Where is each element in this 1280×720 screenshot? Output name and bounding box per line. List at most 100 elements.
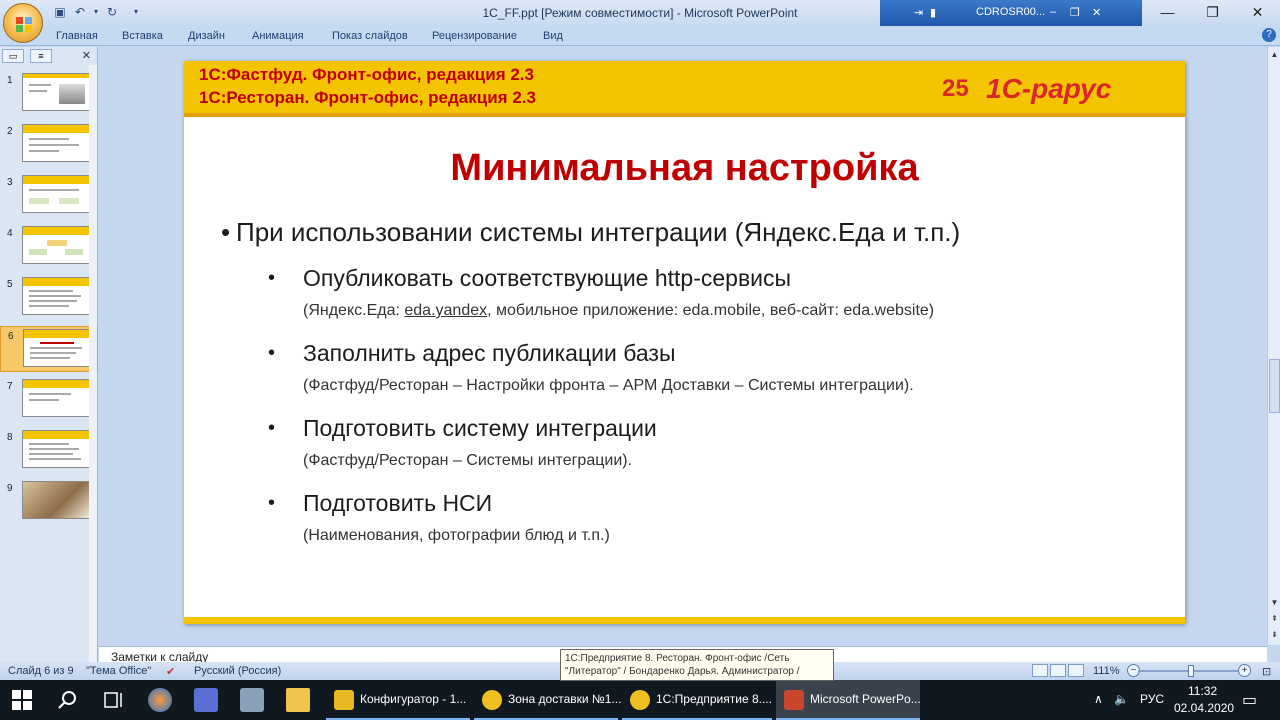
thumb-image [22,175,90,213]
tab-slideshow[interactable]: Показ слайдов [332,30,408,42]
tab-animation[interactable]: Анимация [252,30,304,42]
slide-thumb-2[interactable]: 2 [0,122,98,168]
note-link: eda.yandex [404,302,488,319]
taskbar-app-delivery-zone[interactable]: Зона доставки №1... [474,680,622,720]
taskbar-app-label: 1С:Предприятие 8.... [656,692,772,706]
save-app-icon[interactable] [194,688,218,712]
next-slide-icon[interactable]: ⇟ [1269,629,1280,641]
notifications-icon[interactable]: ▭ [1242,690,1257,710]
remote-close-icon[interactable]: ✕ [1092,6,1101,19]
zoom-level[interactable]: 111% [1093,665,1120,677]
pane-tabs: ▭ ≡ ✕ [0,47,97,65]
sorter-view-icon[interactable] [1050,664,1066,677]
slide-canvas[interactable]: 1С:Фастфуд. Фронт-офис, редакция 2.3 1С:… [184,61,1185,624]
spellcheck-icon[interactable]: ✔ [166,665,175,678]
slide-thumb-8[interactable]: 8 [0,428,98,474]
fit-slide-icon[interactable]: ⊡ [1262,665,1271,678]
slide-title: Минимальная настройка [450,147,919,189]
slide-counter: Слайд 6 из 9 [8,665,74,677]
taskbar-app-label: Зона доставки №1... [508,692,622,706]
slide-thumb-7[interactable]: 7 [0,377,98,423]
firefox-icon[interactable] [148,688,172,712]
tray-chevron-icon[interactable]: ∧ [1094,692,1103,706]
close-icon[interactable]: ✕ [1235,0,1280,24]
slide-thumb-5[interactable]: 5 [0,275,98,321]
taskbar-app-label: Конфигуратор - 1... [360,692,467,706]
screen-app-icon[interactable] [240,688,264,712]
tab-view[interactable]: Вид [543,30,563,42]
pin-icon[interactable]: ⇥ [914,6,923,19]
taskbar-app-1c-enterprise[interactable]: 1С:Предприятие 8.... [622,680,772,720]
thumb-image [22,277,90,315]
normal-view-icon[interactable] [1032,664,1048,677]
slide-thumb-3[interactable]: 3 [0,173,98,219]
thumb-number: 1 [7,75,13,86]
scroll-down-icon[interactable]: ▼ [1269,597,1280,609]
bullet-dot-icon: • [268,267,276,289]
outline-tab-icon[interactable]: ≡ [30,49,52,63]
taskbar-app-powerpoint[interactable]: Microsoft PowerPo... [776,680,921,720]
remote-host-label: CDROSR00... [976,6,1046,18]
file-explorer-icon[interactable] [286,688,310,712]
task-view-icon[interactable] [102,688,126,712]
tab-review[interactable]: Рецензирование [432,30,517,42]
volume-icon[interactable]: 🔈 [1114,692,1129,706]
language-label[interactable]: Русский (Россия) [194,665,281,677]
item-title: Опубликовать соответствующие http-сервис… [303,265,792,291]
tooltip-line-2: "Литератор" / Бондаренко Дарья. Админист… [565,666,800,677]
bullet-dot-icon: • [268,342,276,364]
search-icon[interactable] [56,688,80,712]
pane-scrollbar[interactable] [89,65,97,662]
product-line-1: 1С:Фастфуд. Фронт-офис, редакция 2.3 [199,65,534,84]
item-note: (Наименования, фотографии блюд и т.п.) [303,527,610,544]
taskbar: Конфигуратор - 1... Зона доставки №1... … [0,680,1280,720]
taskbar-app-configurator[interactable]: Конфигуратор - 1... [326,680,470,720]
1c-icon [630,690,650,710]
thumb-image [22,226,90,264]
product-line-2: 1С:Ресторан. Фронт-офис, редакция 2.3 [199,88,536,107]
prev-slide-icon[interactable]: ⇞ [1269,613,1280,625]
tab-home[interactable]: Главная [56,30,98,42]
slides-tab-icon[interactable]: ▭ [2,49,24,63]
clock-time[interactable]: 11:32 [1188,684,1217,698]
windows-start-icon[interactable] [10,688,34,712]
scroll-thumb[interactable] [1269,359,1280,413]
zoom-in-icon[interactable]: + [1238,664,1251,677]
tab-design[interactable]: Дизайн [188,30,225,42]
notes-placeholder: Заметки к слайду [111,650,209,662]
slide-thumb-6[interactable]: 6 [0,326,98,372]
slide-thumb-1[interactable]: 1 [0,71,98,117]
note-suffix: , мобильное приложение: eda.mobile, веб-… [487,302,935,319]
thumb-image [22,73,90,111]
tab-insert[interactable]: Вставка [122,30,163,42]
minimize-icon[interactable]: — [1145,0,1190,24]
close-pane-icon[interactable]: ✕ [82,49,91,62]
ribbon-tabs: Главная Вставка Дизайн Анимация Показ сл… [0,26,1280,46]
restore-icon[interactable]: ❐ [1190,0,1235,24]
taskbar-tooltip: 1С:Предприятие 8. Ресторан. Фронт-офис /… [560,649,834,681]
vertical-scrollbar[interactable]: ▲ ▼ ⇞ ⇟ [1267,47,1280,645]
configurator-icon [334,690,354,710]
remote-restore-icon[interactable]: ❐ [1070,6,1080,19]
scroll-up-icon[interactable]: ▲ [1269,49,1280,61]
thumb-image [22,379,90,417]
office-logo-icon [16,17,32,32]
zoom-slider-knob[interactable] [1188,665,1194,677]
view-buttons [1032,664,1084,677]
remote-minimize-icon[interactable]: – [1050,6,1056,18]
bullet-dot-icon: • [268,417,276,439]
input-language[interactable]: РУС [1140,692,1164,706]
item-note: (Фастфуд/Ресторан – Системы интеграции). [303,452,633,469]
slide-thumb-4[interactable]: 4 [0,224,98,270]
tooltip-line-1: 1С:Предприятие 8. Ресторан. Фронт-офис /… [565,653,790,664]
theme-name: "Тема Office" [86,665,152,677]
thumb-number: 4 [7,228,13,239]
help-icon[interactable]: ? [1262,28,1276,42]
thumb-number: 5 [7,279,13,290]
clock-date[interactable]: 02.04.2020 [1174,701,1234,715]
office-button[interactable] [3,3,43,43]
slide-thumb-9[interactable]: 9 [0,479,98,525]
slideshow-view-icon[interactable] [1068,664,1084,677]
item-title: Подготовить систему интеграции [303,415,657,441]
item-note: (Яндекс.Еда: eda.yandex, мобильное прило… [303,302,934,320]
